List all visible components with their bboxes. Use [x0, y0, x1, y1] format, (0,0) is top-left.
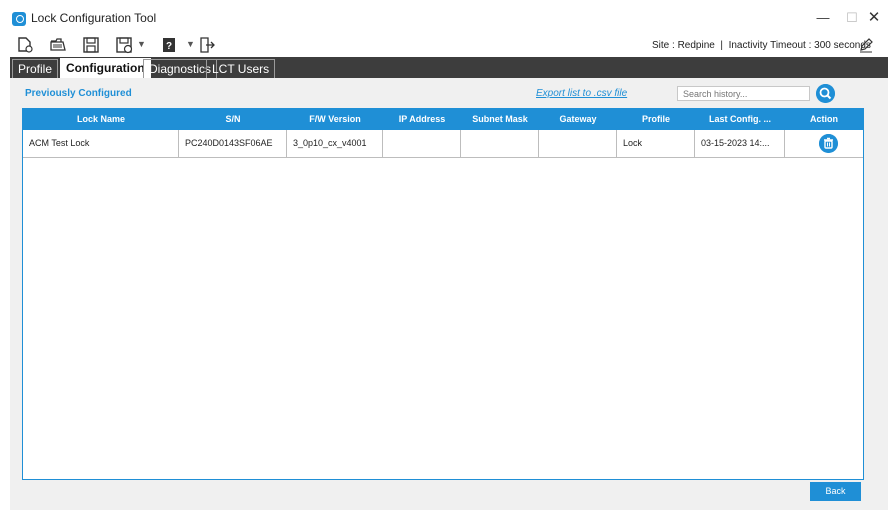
cell-profile: Lock: [617, 130, 695, 157]
help-dropdown-icon[interactable]: ▼: [186, 39, 195, 49]
column-header-gateway[interactable]: Gateway: [539, 109, 617, 130]
cell-sn: PC240D0143SF06AE: [179, 130, 287, 157]
save-icon[interactable]: [82, 36, 100, 54]
column-header-profile[interactable]: Profile: [617, 109, 695, 130]
tab-configuration[interactable]: Configuration: [60, 58, 151, 78]
site-label: Site :: [652, 40, 675, 51]
tab-lct-users[interactable]: LCT Users: [206, 59, 276, 78]
cell-fw-version: 3_0p10_cx_v4001: [287, 130, 383, 157]
window-title: Lock Configuration Tool: [31, 11, 157, 25]
site-info: Site : Redpine | Inactivity Timeout : 30…: [652, 40, 871, 51]
cell-gateway: [539, 130, 617, 157]
column-header-action: Action: [810, 114, 838, 124]
cell-subnet-mask: [461, 130, 539, 157]
exit-icon[interactable]: [198, 36, 216, 54]
new-file-icon[interactable]: [16, 36, 34, 54]
back-button[interactable]: Back: [810, 482, 861, 501]
maximize-button[interactable]: ☐: [841, 9, 863, 27]
edit-pencil-icon[interactable]: [858, 37, 874, 53]
delete-trash-icon[interactable]: [819, 134, 838, 153]
table-header: Lock Name S/N F/W Version IP Address Sub…: [23, 109, 863, 130]
column-header-fw-version[interactable]: F/W Version: [287, 109, 383, 130]
column-header-last-config[interactable]: Last Config. ...: [695, 109, 785, 130]
configuration-panel: Previously Configured Export list to .cs…: [10, 78, 888, 510]
save-as-icon[interactable]: [115, 36, 133, 54]
site-value: Redpine: [677, 40, 715, 51]
save-as-dropdown-icon[interactable]: ▼: [137, 39, 146, 49]
configured-locks-table: Lock Name S/N F/W Version IP Address Sub…: [22, 108, 864, 480]
close-button[interactable]: ✕: [863, 9, 885, 27]
cell-last-config: 03-15-2023 14:...: [695, 130, 785, 157]
column-header-sn[interactable]: S/N: [179, 109, 287, 130]
title-bar: Lock Configuration Tool — ☐ ✕: [0, 0, 896, 34]
minimize-button[interactable]: —: [812, 9, 834, 27]
open-folder-icon[interactable]: [49, 36, 67, 54]
table-row[interactable]: ACM Test Lock PC240D0143SF06AE 3_0p10_cx…: [23, 130, 863, 158]
tab-profile[interactable]: Profile: [12, 59, 59, 78]
cell-ip-address: [383, 130, 461, 157]
site-info-separator: |: [720, 40, 724, 51]
search-history-input[interactable]: [677, 86, 810, 101]
export-csv-link[interactable]: Export list to .csv file: [536, 88, 627, 99]
cell-lock-name: ACM Test Lock: [23, 130, 179, 157]
svg-text:?: ?: [166, 41, 172, 52]
help-icon[interactable]: ?: [160, 36, 178, 54]
tab-strip: Profile Configuration Diagnostics LCT Us…: [10, 57, 888, 78]
toolbar: ▼ ? ▼ Site : Redpine | Inactivity Timeou…: [0, 34, 896, 56]
search-icon[interactable]: [816, 84, 835, 103]
column-header-lock-name[interactable]: Lock Name: [23, 109, 179, 130]
column-header-subnet-mask[interactable]: Subnet Mask: [461, 109, 539, 130]
timeout-label: Inactivity Timeout :: [728, 40, 812, 51]
section-title: Previously Configured: [25, 88, 132, 99]
column-header-ip-address[interactable]: IP Address: [383, 109, 461, 130]
app-logo-icon: [12, 12, 26, 26]
